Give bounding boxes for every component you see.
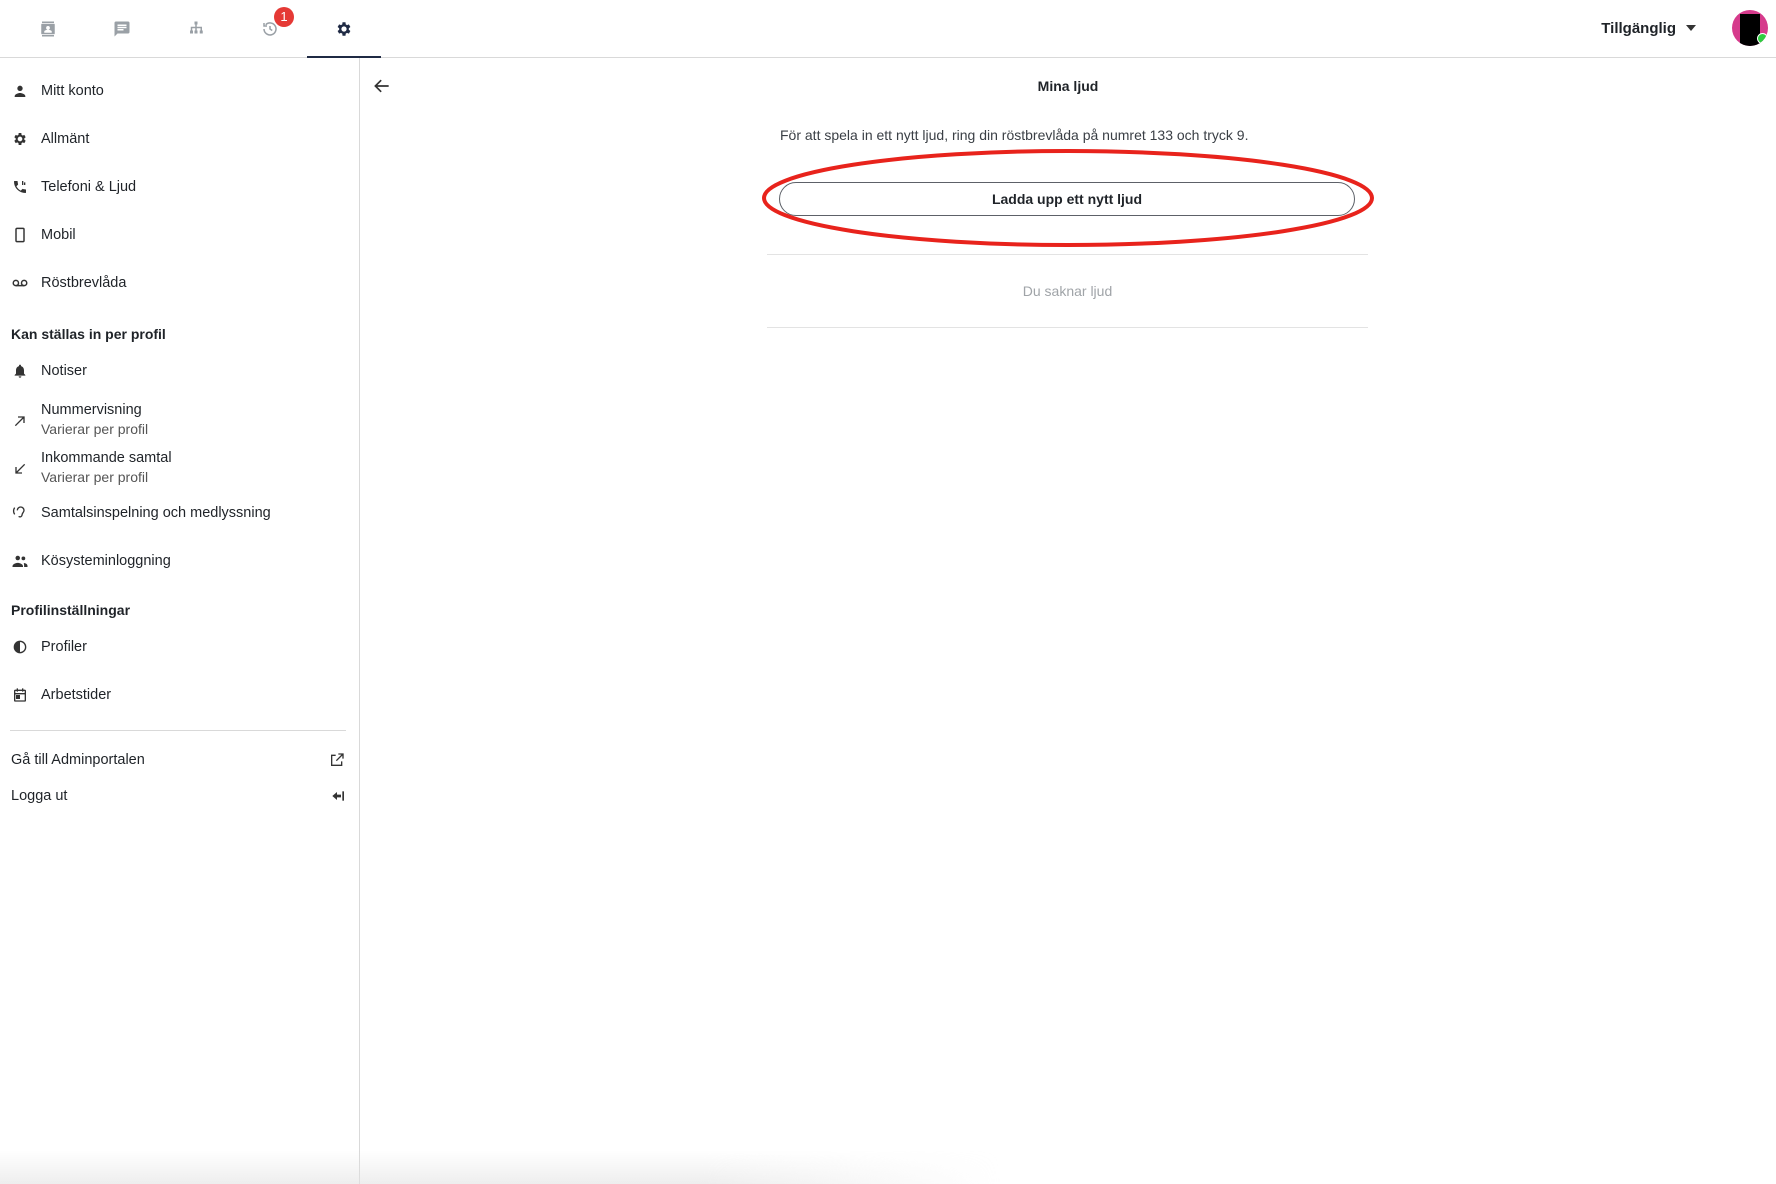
status-indicator — [1757, 33, 1768, 44]
gear-icon — [337, 21, 351, 36]
external-link-icon — [329, 752, 347, 770]
sidebar-item-caller-id[interactable]: Nummervisning Varierar per profil — [0, 400, 359, 442]
empty-state-text: Du saknar ljud — [1022, 283, 1113, 299]
sidebar-item-queue-login[interactable]: Kösysteminloggning — [0, 546, 359, 576]
sidebar-item-general[interactable]: Allmänt — [0, 124, 359, 154]
arrow-incoming-icon — [11, 460, 29, 478]
tab-contacts[interactable] — [11, 0, 85, 57]
phone-icon — [11, 178, 29, 196]
mobile-icon — [11, 226, 29, 244]
sidebar-item-voicemail[interactable]: Röstbrevlåda — [0, 268, 359, 298]
hearing-icon — [11, 504, 29, 522]
section-heading-profile-settings: Profilinställningar — [11, 602, 131, 618]
calendar-icon — [11, 686, 29, 704]
admin-portal-link[interactable]: Gå till Adminportalen — [0, 748, 359, 774]
sidebar: Mitt konto Allmänt Telefoni & Ljud Mobil… — [0, 58, 360, 1184]
tab-settings[interactable] — [307, 0, 381, 58]
status-label: Tillgänglig — [1601, 19, 1676, 37]
chat-icon — [114, 21, 130, 36]
notification-badge: 1 — [274, 7, 294, 27]
arrow-outgoing-icon — [11, 412, 29, 430]
people-icon — [11, 552, 29, 570]
sidebar-item-profiles[interactable]: Profiler — [0, 632, 359, 662]
page-title: Mina ljud — [1037, 78, 1099, 94]
top-bar: 1 Tillgänglig — [0, 0, 1776, 58]
sidebar-item-my-account[interactable]: Mitt konto — [0, 76, 359, 106]
caret-down-icon — [1686, 25, 1696, 31]
sidebar-item-call-recording[interactable]: Samtalsinspelning och medlyssning — [0, 498, 359, 528]
org-chart-icon — [190, 21, 203, 33]
tab-chat[interactable] — [85, 0, 159, 57]
contacts-icon — [41, 21, 55, 36]
info-text: För att spela in ett nytt ljud, ring din… — [780, 127, 1249, 143]
upload-sound-button[interactable]: Ladda upp ett nytt ljud — [779, 182, 1355, 216]
sidebar-item-incoming-calls[interactable]: Inkommande samtal Varierar per profil — [0, 448, 359, 490]
list-top-divider — [767, 254, 1368, 255]
gear-icon — [11, 130, 29, 148]
bottom-shadow — [0, 1150, 1000, 1184]
person-icon — [11, 82, 29, 100]
tab-organization[interactable] — [159, 0, 233, 57]
sidebar-item-mobile[interactable]: Mobil — [0, 220, 359, 250]
logout-icon — [329, 788, 347, 806]
avatar[interactable] — [1732, 10, 1768, 46]
list-bottom-divider — [767, 327, 1368, 328]
bell-icon — [11, 362, 29, 380]
sidebar-divider — [10, 730, 346, 731]
tab-call-history[interactable]: 1 — [233, 0, 307, 57]
section-heading-per-profile: Kan ställas in per profil — [11, 326, 166, 342]
sidebar-item-working-hours[interactable]: Arbetstider — [0, 680, 359, 710]
contrast-icon — [11, 638, 29, 656]
status-dropdown[interactable]: Tillgänglig — [1601, 16, 1696, 40]
sidebar-item-notifications[interactable]: Notiser — [0, 356, 359, 386]
sidebar-item-telephony[interactable]: Telefoni & Ljud — [0, 172, 359, 202]
logout-button[interactable]: Logga ut — [0, 784, 359, 810]
voicemail-icon — [11, 274, 29, 292]
